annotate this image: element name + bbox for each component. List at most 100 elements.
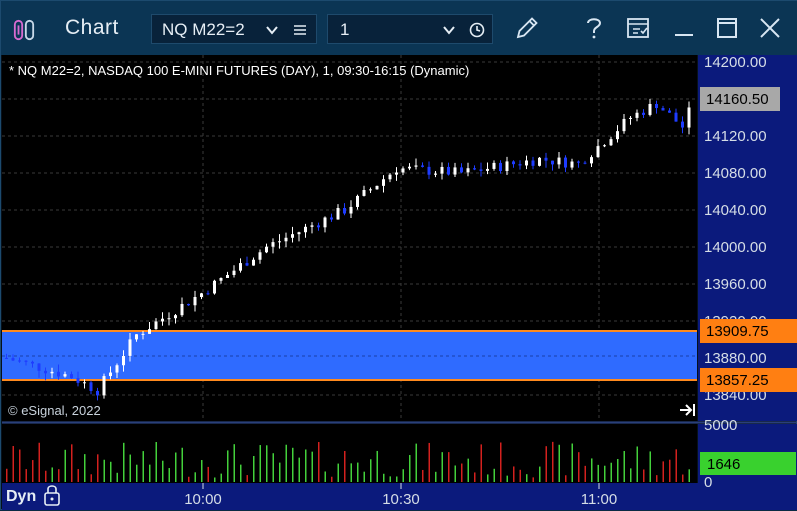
price-tick-label: 13880.00 — [704, 350, 767, 367]
candle-body — [668, 110, 671, 113]
volume-zero-label: 0 — [704, 474, 712, 491]
candle-body — [187, 303, 190, 306]
volume-bar — [129, 454, 131, 482]
volume-bar — [656, 475, 658, 482]
candle-body — [603, 145, 606, 147]
session-mode[interactable]: Dyn — [6, 488, 36, 506]
volume-bar — [51, 467, 53, 482]
candle-body — [5, 358, 8, 359]
candle-body — [596, 146, 600, 158]
candle-body — [583, 162, 587, 164]
candle-body — [466, 168, 470, 173]
volume-bar — [110, 461, 112, 482]
volume-bar — [552, 441, 554, 482]
zone-bottom-value: 13857.25 — [706, 372, 769, 389]
candle-body — [674, 112, 678, 122]
candle-body — [525, 160, 528, 166]
candle-body — [154, 321, 158, 330]
candle-body — [499, 162, 502, 172]
candle-body — [122, 355, 125, 366]
candle-body — [681, 121, 684, 128]
volume-bar — [19, 449, 21, 482]
volume-bar — [415, 443, 417, 482]
candle-body — [655, 103, 658, 109]
candle-body — [473, 168, 476, 170]
candle-body — [336, 207, 340, 220]
candle-body — [369, 189, 372, 191]
candle-body — [57, 371, 60, 377]
volume-bar — [103, 459, 105, 482]
candle-body — [388, 174, 392, 180]
volume-bar — [25, 469, 27, 482]
candle-body — [18, 360, 21, 362]
volume-bar — [565, 475, 567, 482]
volume-bar — [227, 450, 229, 482]
candle-body — [401, 168, 405, 173]
candle-body — [544, 157, 548, 161]
candle-body — [486, 168, 489, 171]
candle-body — [258, 252, 262, 260]
candle-body — [427, 166, 431, 175]
candle-body — [414, 165, 418, 167]
volume-bar — [532, 477, 534, 482]
volume-bar — [370, 459, 372, 482]
candle-body — [109, 372, 112, 377]
candle-body — [31, 361, 34, 364]
price-tick-label: 14040.00 — [704, 202, 767, 219]
volume-bar — [448, 452, 450, 482]
volume-bar — [617, 459, 619, 482]
time-tick-label: 11:00 — [581, 491, 617, 508]
volume-bar — [136, 464, 138, 482]
volume-bar — [571, 443, 573, 482]
candle-body — [538, 157, 541, 166]
volume-bar — [467, 458, 469, 482]
candle-body — [609, 139, 613, 146]
volume-bar — [305, 449, 307, 482]
chart-info: * NQ M22=2, NASDAQ 100 E-MINI FUTURES (D… — [9, 63, 470, 78]
candle-body — [317, 225, 320, 228]
volume-bar — [526, 474, 528, 482]
candle-body — [518, 164, 522, 166]
candle-body — [206, 293, 210, 295]
volume-bar — [201, 460, 203, 482]
volume-bar — [90, 474, 92, 482]
volume-bar — [142, 451, 144, 482]
candle-body — [11, 358, 15, 361]
volume-bar — [396, 476, 398, 482]
candle-body — [460, 167, 463, 173]
candle-body — [50, 371, 54, 374]
volume-bar — [513, 466, 515, 482]
volume-bar — [428, 442, 430, 482]
volume-bar — [84, 454, 86, 482]
candle-body — [70, 374, 73, 379]
price-tick-label: 13960.00 — [704, 276, 767, 293]
candle-body — [440, 166, 444, 174]
candle-body — [635, 112, 639, 118]
volume-bar — [630, 468, 632, 482]
candle-body — [356, 195, 359, 207]
candle-body — [115, 365, 119, 373]
candle-body — [375, 185, 379, 190]
volume-bar — [604, 465, 606, 482]
volume-pane — [2, 424, 697, 483]
candle-body — [349, 206, 353, 214]
volume-bar — [402, 469, 404, 482]
candle-body — [570, 161, 574, 168]
candle-body — [44, 370, 47, 374]
volume-bar — [266, 445, 268, 482]
candle-body — [135, 334, 138, 340]
candle-body — [96, 390, 99, 396]
volume-bar — [233, 444, 235, 482]
candle-body — [310, 225, 314, 227]
volume-bar — [207, 466, 209, 482]
volume-bar — [331, 476, 333, 482]
volume-bar — [435, 471, 437, 482]
volume-bar — [194, 472, 196, 482]
volume-bar — [259, 445, 261, 482]
volume-bar — [591, 458, 593, 482]
candle-body — [297, 232, 301, 235]
zone-top-value: 13909.75 — [706, 323, 769, 340]
candle-body — [343, 207, 346, 214]
price-tick-label: 14200.00 — [704, 54, 767, 71]
candle-body — [304, 226, 307, 233]
